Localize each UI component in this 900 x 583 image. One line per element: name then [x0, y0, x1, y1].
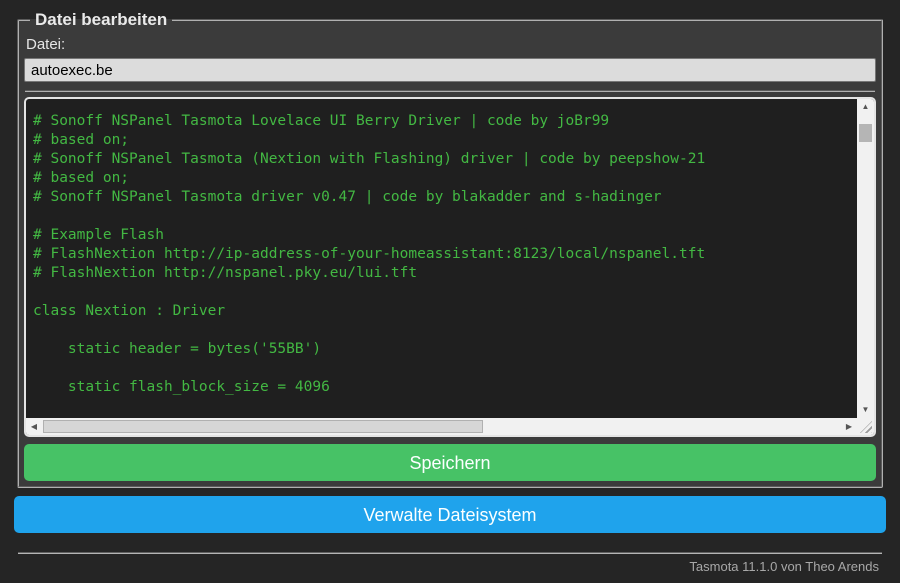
scroll-left-icon[interactable]: ◀: [26, 418, 42, 435]
scroll-down-icon[interactable]: ▼: [857, 402, 874, 418]
edit-file-card: Datei bearbeiten Datei: # Sonoff NSPanel…: [17, 10, 883, 488]
page-container: Datei bearbeiten Datei: # Sonoff NSPanel…: [0, 10, 900, 574]
divider: [25, 90, 875, 92]
horizontal-scrollbar[interactable]: ◀ ▶: [26, 418, 857, 435]
scrollbar-corner: [857, 418, 874, 435]
vertical-scrollbar-thumb[interactable]: [859, 124, 872, 142]
file-name-label: Datei:: [26, 36, 66, 53]
resize-grip-icon[interactable]: [860, 421, 872, 433]
scroll-right-icon[interactable]: ▶: [841, 418, 857, 435]
file-content-textarea[interactable]: # Sonoff NSPanel Tasmota Lovelace UI Ber…: [24, 97, 876, 437]
horizontal-scrollbar-thumb[interactable]: [43, 420, 484, 433]
file-name-input[interactable]: [24, 58, 876, 82]
card-title: Datei bearbeiten: [35, 10, 168, 29]
footer-version-text: Tasmota 11.1.0 von Theo Arends: [689, 559, 879, 574]
vertical-scrollbar[interactable]: ▲ ▼: [857, 99, 874, 418]
file-content-text: # Sonoff NSPanel Tasmota Lovelace UI Ber…: [33, 113, 706, 395]
manage-filesystem-button[interactable]: Verwalte Dateisystem: [14, 496, 886, 533]
save-button[interactable]: Speichern: [24, 444, 876, 481]
scroll-up-icon[interactable]: ▲: [857, 99, 874, 115]
